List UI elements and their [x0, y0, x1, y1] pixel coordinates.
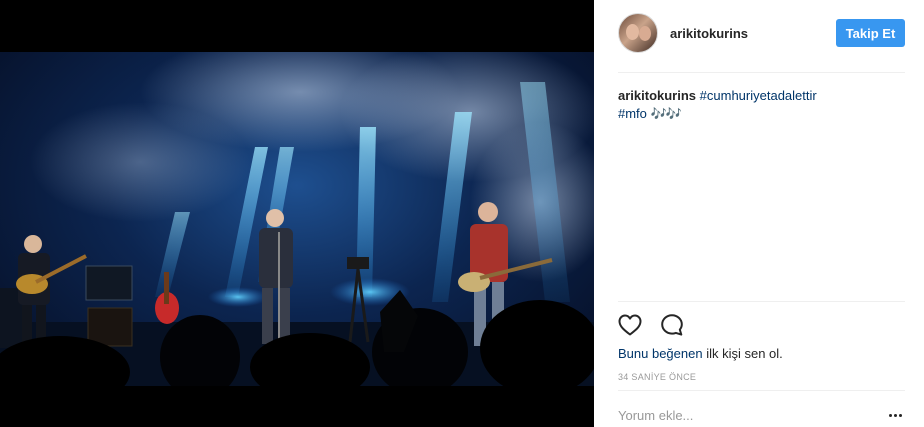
likes-link[interactable]: Bunu beğenen — [618, 346, 703, 361]
comment-input[interactable] — [618, 408, 868, 423]
likes-text: ilk kişi sen ol. — [702, 346, 783, 361]
hashtag-link[interactable]: #mfo — [618, 106, 647, 121]
caption-username[interactable]: arikitokurins — [618, 88, 696, 103]
likes-summary: Bunu beğenen ilk kişi sen ol. — [618, 346, 783, 361]
action-bar — [616, 311, 686, 339]
heart-outline-icon[interactable] — [616, 311, 644, 339]
follow-button[interactable]: Takip Et — [836, 19, 905, 47]
post-header: arikitokurins Takip Et — [594, 0, 924, 72]
post-sidebar: arikitokurins Takip Et arikitokurins #cu… — [594, 0, 924, 427]
concert-photo[interactable] — [0, 52, 594, 386]
ellipsis-icon[interactable] — [885, 408, 905, 422]
post-caption: arikitokurins #cumhuriyetadalettir #mfo … — [618, 87, 905, 123]
concert-illustration — [0, 52, 594, 386]
header-divider — [618, 72, 905, 73]
actions-divider — [618, 301, 905, 302]
comment-area — [618, 400, 905, 427]
author-username[interactable]: arikitokurins — [670, 26, 748, 41]
speech-bubble-icon[interactable] — [658, 311, 686, 339]
avatar[interactable] — [618, 13, 658, 53]
hashtag-link[interactable]: #cumhuriyetadalettir — [700, 88, 817, 103]
music-notes-emoji: 🎶🎶 — [650, 106, 682, 121]
post-timestamp[interactable]: 34 SANİYE ÖNCE — [618, 372, 696, 382]
post-media — [0, 0, 594, 427]
comment-divider — [618, 390, 905, 391]
